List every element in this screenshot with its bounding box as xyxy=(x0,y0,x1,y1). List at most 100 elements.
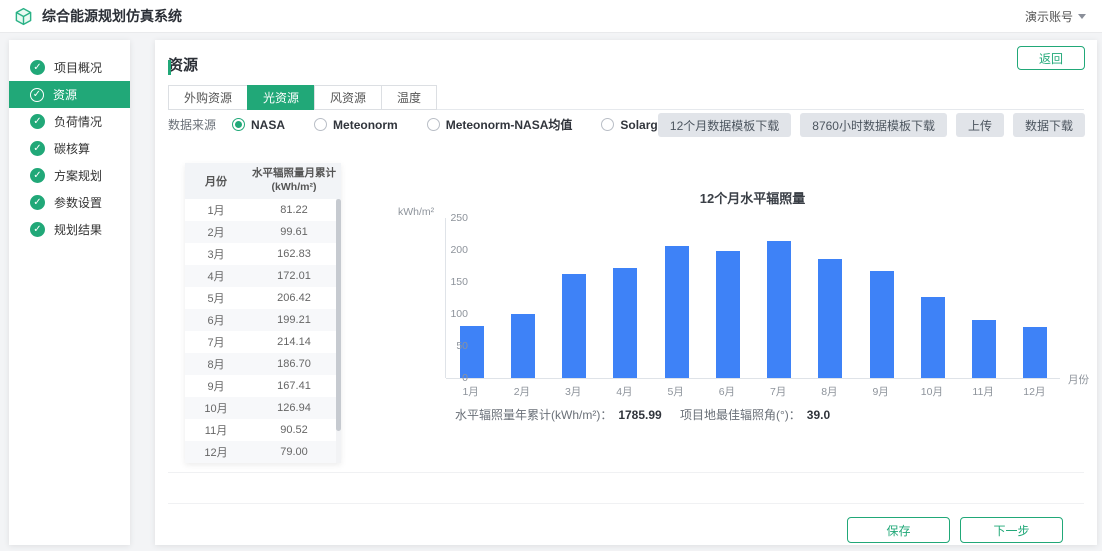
chart-bar xyxy=(613,268,637,378)
radio-label: Meteonorm xyxy=(333,118,398,132)
sidebar-item-7[interactable]: ✓规划结果 xyxy=(9,216,130,243)
action-button-4[interactable]: 数据下载 xyxy=(1013,113,1085,137)
sidebar-item-5[interactable]: ✓方案规划 xyxy=(9,162,130,189)
chart-bar xyxy=(921,297,945,378)
check-circle-icon: ✓ xyxy=(30,114,45,129)
sidebar-item-6[interactable]: ✓ 参数设置 xyxy=(9,189,130,216)
cell-value: 162.83 xyxy=(247,243,341,265)
sidebar: ✓项目概况✓资源✓负荷情况✓碳核算✓方案规划✓参数设置✓规划结果 xyxy=(9,40,130,545)
chart-y-tick-label: 250 xyxy=(428,212,468,224)
next-step-button[interactable]: 下一步 xyxy=(960,517,1063,543)
account-name: 演示账号 xyxy=(1025,8,1073,25)
app-logo-cube-icon xyxy=(14,7,33,26)
action-button-1[interactable]: 12个月数据模板下载 xyxy=(658,113,791,137)
table-row: 2月99.61 xyxy=(185,221,341,243)
cell-month: 10月 xyxy=(185,397,247,419)
sidebar-item-label: 碳核算 xyxy=(54,140,90,157)
radio-option-3[interactable]: Meteonorm-NASA均值 xyxy=(427,116,573,133)
table-row: 1月81.22 xyxy=(185,199,341,221)
chart-x-axis-line xyxy=(446,378,1060,379)
tab-2[interactable]: 光资源 xyxy=(247,85,314,110)
radio-option-2[interactable]: Meteonorm xyxy=(314,118,398,132)
chart-x-tick-label: 2月 xyxy=(496,384,548,399)
radio-button-icon[interactable] xyxy=(427,118,440,131)
tab-1[interactable]: 外购资源 xyxy=(168,85,247,110)
action-button-2[interactable]: 8760小时数据模板下载 xyxy=(800,113,947,137)
summary-label: 项目地最佳辐照角(°)： xyxy=(680,408,801,422)
chart-y-tick-label: 100 xyxy=(428,308,468,320)
summary-item-2: 项目地最佳辐照角(°)： 39.0 xyxy=(680,406,830,423)
sidebar-item-label: 参数设置 xyxy=(54,194,102,211)
check-circle-icon: ✓ xyxy=(30,141,45,156)
app-title: 综合能源规划仿真系统 xyxy=(42,6,182,26)
cell-value: 126.94 xyxy=(247,397,341,419)
action-button-3[interactable]: 上传 xyxy=(956,113,1004,137)
divider-top xyxy=(168,472,1084,473)
radio-label: Meteonorm-NASA均值 xyxy=(446,116,573,133)
cell-month: 3月 xyxy=(185,243,247,265)
sidebar-item-2[interactable]: ✓资源 xyxy=(9,81,130,108)
main-panel: 资源 返回 外购资源光资源风资源温度 数据来源 NASA Meteonorm Met… xyxy=(155,40,1097,545)
chart-x-axis-name: 月份 xyxy=(1068,372,1089,387)
cell-value: 214.14 xyxy=(247,331,341,353)
table-row: 3月162.83 xyxy=(185,243,341,265)
check-circle-icon: ✓ xyxy=(30,168,45,183)
chart-x-tick-label: 12月 xyxy=(1008,384,1060,399)
sidebar-item-4[interactable]: ✓ 碳核算 xyxy=(9,135,130,162)
resource-tabs: 外购资源光资源风资源温度 xyxy=(168,85,1084,110)
summary-value: 39.0 xyxy=(807,408,830,422)
chart-x-tick-label: 1月 xyxy=(445,384,497,399)
chart-x-tick-label: 7月 xyxy=(752,384,804,399)
cell-month: 4月 xyxy=(185,265,247,287)
page-title: 资源 xyxy=(168,54,198,75)
back-button[interactable]: 返回 xyxy=(1017,46,1085,70)
radio-button-icon[interactable] xyxy=(601,118,614,131)
chart-y-tick-label: 50 xyxy=(428,340,468,352)
cell-month: 9月 xyxy=(185,375,247,397)
check-circle-icon: ✓ xyxy=(30,195,45,210)
table-scrollbar xyxy=(336,199,341,463)
data-source-label: 数据来源 xyxy=(168,116,216,133)
chart-y-tick-label: 200 xyxy=(428,244,468,256)
table-scrollbar-thumb[interactable] xyxy=(336,199,341,431)
sidebar-item-3[interactable]: ✓ 负荷情况 xyxy=(9,108,130,135)
save-button[interactable]: 保存 xyxy=(847,517,950,543)
check-circle-icon: ✓ xyxy=(30,60,45,75)
summary-item-1: 水平辐照量年累计(kWh/m²)：1785.99 xyxy=(455,406,662,423)
table-row: 12月79.00 xyxy=(185,441,341,463)
chart-y-tick-label: 0 xyxy=(428,372,468,384)
radio-option-1[interactable]: NASA xyxy=(232,118,285,132)
tab-4[interactable]: 温度 xyxy=(381,85,437,110)
tab-3[interactable]: 风资源 xyxy=(314,85,381,110)
sidebar-item-label: 项目概况 xyxy=(54,59,102,76)
chart-x-tick-label: 11月 xyxy=(957,384,1009,399)
table-body: 1月81.222月99.613月162.834月172.015月206.426月… xyxy=(185,199,341,463)
cell-value: 167.41 xyxy=(247,375,341,397)
radio-button-icon[interactable] xyxy=(314,118,327,131)
cell-value: 90.52 xyxy=(247,419,341,441)
table-row: 6月199.21 xyxy=(185,309,341,331)
radio-button-icon[interactable] xyxy=(232,118,245,131)
chart-x-tick-label: 6月 xyxy=(701,384,753,399)
chart-x-tick-label: 5月 xyxy=(650,384,702,399)
table-row: 11月90.52 xyxy=(185,419,341,441)
check-circle-icon: ✓ xyxy=(30,88,44,102)
chart-x-tick-label: 4月 xyxy=(598,384,650,399)
chart-x-tick-label: 9月 xyxy=(855,384,907,399)
sidebar-item-1[interactable]: ✓ 项目概况 xyxy=(9,54,130,81)
chart-bar xyxy=(767,241,791,378)
chart-bar xyxy=(1023,327,1047,378)
table-row: 8月186.70 xyxy=(185,353,341,375)
chart-bar xyxy=(460,326,484,378)
table-row: 9月167.41 xyxy=(185,375,341,397)
table-header: 月份 水平辐照量月累计(kWh/m²) xyxy=(185,163,341,199)
account-menu[interactable]: 演示账号 xyxy=(1025,0,1086,33)
chart-plot xyxy=(445,218,1060,378)
chart-bar xyxy=(870,271,894,378)
radio-label: NASA xyxy=(251,118,285,132)
sidebar-item-label: 负荷情况 xyxy=(54,113,102,130)
cell-value: 81.22 xyxy=(247,199,341,221)
cell-value: 99.61 xyxy=(247,221,341,243)
divider-bottom xyxy=(168,503,1084,504)
chart-bar xyxy=(562,274,586,378)
